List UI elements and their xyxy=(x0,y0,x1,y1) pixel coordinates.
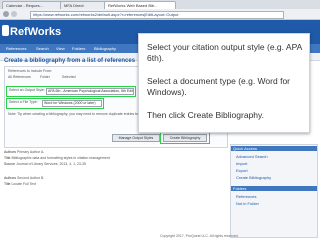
forward-icon[interactable] xyxy=(11,11,17,17)
nav-references[interactable]: References xyxy=(6,46,26,51)
references-include-label: References to Include From: xyxy=(8,69,53,73)
refworks-logo-icon xyxy=(2,25,9,36)
reference-line: Authors Second Author B. xyxy=(4,176,45,180)
callout-step-1: Select your citation output style (e.g. … xyxy=(147,42,302,63)
option-folder[interactable]: Folder xyxy=(40,75,50,79)
reference-line: Source Journal of Library Services, 2013… xyxy=(4,162,86,166)
sidebar-link-advanced-search[interactable]: Advanced Search xyxy=(236,154,268,159)
file-type-select[interactable]: Word for Windows (2000 or later) xyxy=(42,100,102,107)
sidebar-link-import[interactable]: Import xyxy=(236,161,247,166)
instruction-callout: Select your citation output style (e.g. … xyxy=(138,33,310,133)
manage-output-styles-button[interactable]: Manage Output Styles xyxy=(112,134,160,142)
create-bibliography-button[interactable]: Create Bibliography xyxy=(163,134,207,142)
callout-step-3: Then click Create Bibliography. xyxy=(147,110,265,120)
file-type-label: Select a File Type: xyxy=(9,100,38,104)
nav-search[interactable]: Search xyxy=(36,46,49,51)
callout-step-2: Select a document type (e.g. Word for Wi… xyxy=(147,76,290,97)
back-icon[interactable] xyxy=(3,11,9,17)
folder-item[interactable]: References xyxy=(236,194,256,199)
nav-bibliography[interactable]: Bibliography xyxy=(94,46,116,51)
output-style-select[interactable]: APA 6th - American Psychological Associa… xyxy=(46,88,134,95)
quick-access-heading: Quick Access xyxy=(231,146,317,151)
footer-copyright: Copyright 2017, ProQuest LLC. All rights… xyxy=(160,234,239,238)
nav-folders[interactable]: Folders xyxy=(72,46,85,51)
tip-note: Note: Tip when creating a bibliography, … xyxy=(8,112,138,116)
reference-line: Authors Primary Author A. xyxy=(4,150,45,154)
reference-line: Title Locate Full Text xyxy=(4,182,36,186)
address-bar[interactable]: https://www.refworks.com/refworks2/defau… xyxy=(30,11,284,19)
output-style-label: Select an Output Style: xyxy=(9,88,45,92)
page-title: Create a bibliography from a list of ref… xyxy=(4,58,136,64)
folders-heading: Folders xyxy=(231,186,317,191)
nav-view[interactable]: View xyxy=(56,46,65,51)
option-selected[interactable]: Selected xyxy=(62,75,76,79)
folder-item[interactable]: Not in Folder xyxy=(236,201,259,206)
app-logo[interactable]: RefWorks xyxy=(10,26,61,38)
reference-line: Title Bibliographic data and formatting … xyxy=(4,156,110,160)
sidebar-link-create-bibliography[interactable]: Create Bibliography xyxy=(236,175,271,180)
sidebar-link-export[interactable]: Export xyxy=(236,168,248,173)
option-all-references[interactable]: All References xyxy=(8,75,31,79)
